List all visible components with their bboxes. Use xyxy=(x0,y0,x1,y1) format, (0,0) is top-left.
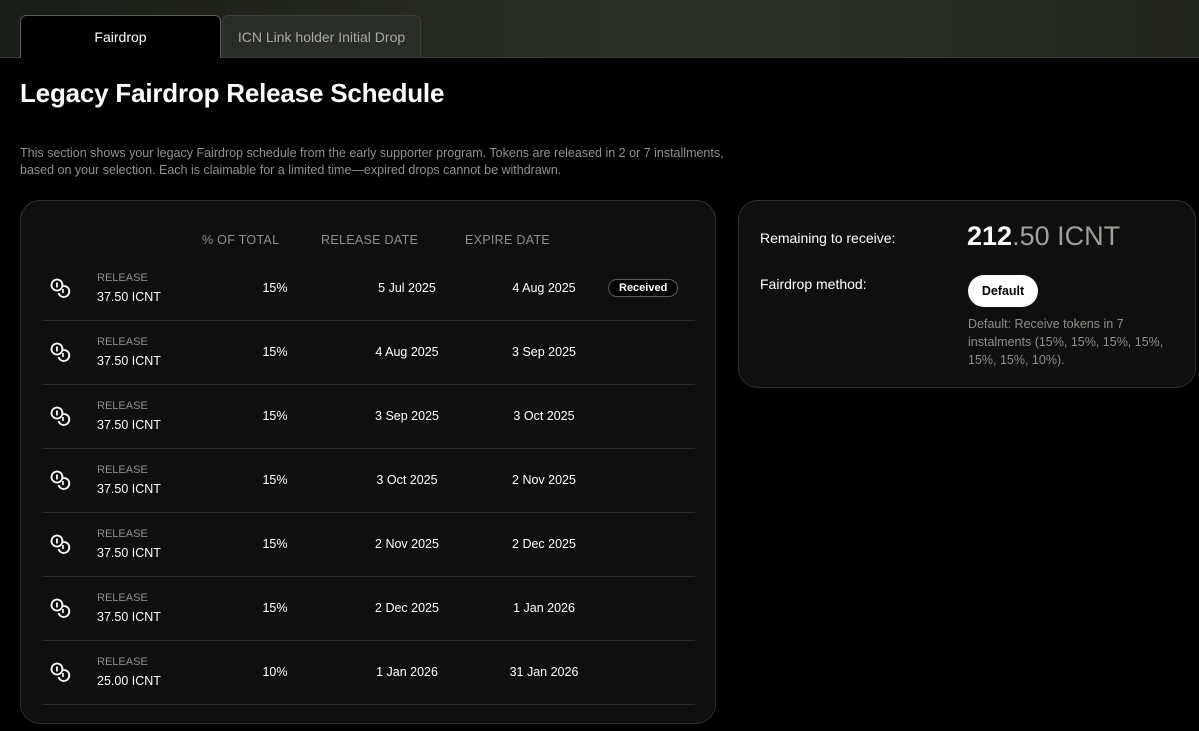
release-date: 5 Jul 2025 xyxy=(378,281,436,295)
page-description: This section shows your legacy Fairdrop … xyxy=(20,146,724,177)
percent-of-total: 15% xyxy=(262,409,288,423)
release-label: RELEASE xyxy=(97,656,148,668)
release-date: 1 Jan 2026 xyxy=(376,665,438,679)
release-amount: 37.50 ICNT xyxy=(97,290,161,304)
schedule-row: RELEASE 37.50 ICNT 15% 5 Jul 2025 4 Aug 2025… xyxy=(43,257,695,321)
release-amount: 37.50 ICNT xyxy=(97,482,161,496)
percent-of-total: 10% xyxy=(262,665,288,679)
expire-date: 3 Sep 2025 xyxy=(512,345,576,359)
method-label: Fairdrop method: xyxy=(760,276,867,292)
tab-icn-link-holder-initial-drop[interactable]: ICN Link holder Initial Drop xyxy=(222,15,421,57)
remaining-whole: 212 xyxy=(967,221,1013,251)
release-label: RELEASE xyxy=(97,464,148,476)
schedule-row: RELEASE 37.50 ICNT 15% 4 Aug 2025 3 Sep 2025 xyxy=(43,321,695,385)
expire-date: 31 Jan 2026 xyxy=(509,665,579,679)
expire-date: 4 Aug 2025 xyxy=(512,281,576,295)
remaining-fraction: .50 ICNT xyxy=(1012,221,1121,251)
percent-of-total: 15% xyxy=(262,537,288,551)
coins-icon xyxy=(50,278,71,298)
schedule-row: RELEASE 37.50 ICNT 15% 3 Oct 2025 2 Nov 2025 xyxy=(43,449,695,513)
percent-of-total: 15% xyxy=(262,281,288,295)
release-label: RELEASE xyxy=(97,592,148,604)
release-date: 2 Nov 2025 xyxy=(375,537,439,551)
release-amount: 37.50 ICNT xyxy=(97,418,161,432)
coins-icon xyxy=(50,598,71,618)
remaining-value: 212.50 ICNT xyxy=(967,221,1120,252)
schedule-row: RELEASE 25.00 ICNT 10% 1 Jan 2026 31 Jan 202… xyxy=(43,641,695,705)
percent-of-total: 15% xyxy=(262,473,288,487)
column-header-percent: % OF TOTAL xyxy=(202,233,280,247)
expire-date: 2 Dec 2025 xyxy=(512,537,576,551)
schedule-row: RELEASE 37.50 ICNT 15% 2 Dec 2025 1 Jan 2026 xyxy=(43,577,695,641)
coins-icon xyxy=(50,342,71,362)
release-label: RELEASE xyxy=(97,336,148,348)
tab-bar: Fairdrop ICN Link holder Initial Drop xyxy=(0,0,1199,58)
page-title: Legacy Fairdrop Release Schedule xyxy=(20,78,445,108)
release-schedule-card: % OF TOTAL RELEASE DATE EXPIRE DATE RELE… xyxy=(20,200,716,724)
column-header-expire-date: EXPIRE DATE xyxy=(465,233,551,247)
status-badge: Received xyxy=(608,279,679,297)
remaining-label: Remaining to receive: xyxy=(760,230,896,246)
release-amount: 37.50 ICNT xyxy=(97,546,161,560)
expire-date: 3 Oct 2025 xyxy=(513,409,575,423)
coins-icon xyxy=(50,534,71,554)
release-label: RELEASE xyxy=(97,272,148,284)
release-amount: 25.00 ICNT xyxy=(97,674,161,688)
release-date: 4 Aug 2025 xyxy=(375,345,439,359)
release-amount: 37.50 ICNT xyxy=(97,610,161,624)
release-label: RELEASE xyxy=(97,400,148,412)
percent-of-total: 15% xyxy=(262,601,288,615)
release-date: 2 Dec 2025 xyxy=(375,601,439,615)
method-note: Default: Receive tokens in 7 instalments… xyxy=(968,317,1164,367)
release-label: RELEASE xyxy=(97,528,148,540)
coins-icon xyxy=(50,406,71,426)
release-date: 3 Oct 2025 xyxy=(376,473,438,487)
coins-icon xyxy=(50,662,71,682)
expire-date: 1 Jan 2026 xyxy=(513,601,575,615)
expire-date: 2 Nov 2025 xyxy=(512,473,576,487)
default-method-button[interactable]: Default xyxy=(968,275,1038,307)
release-amount: 37.50 ICNT xyxy=(97,354,161,368)
coins-icon xyxy=(50,470,71,490)
tab-fairdrop[interactable]: Fairdrop xyxy=(20,15,221,58)
column-header-release-date: RELEASE DATE xyxy=(321,233,419,247)
schedule-row: RELEASE 37.50 ICNT 15% 2 Nov 2025 2 Dec 2025 xyxy=(43,513,695,577)
summary-card: Remaining to receive: 212.50 ICNT Fairdr… xyxy=(738,200,1196,388)
schedule-row: RELEASE 37.50 ICNT 15% 3 Sep 2025 3 Oct 2025 xyxy=(43,385,695,449)
percent-of-total: 15% xyxy=(262,345,288,359)
release-date: 3 Sep 2025 xyxy=(375,409,439,423)
